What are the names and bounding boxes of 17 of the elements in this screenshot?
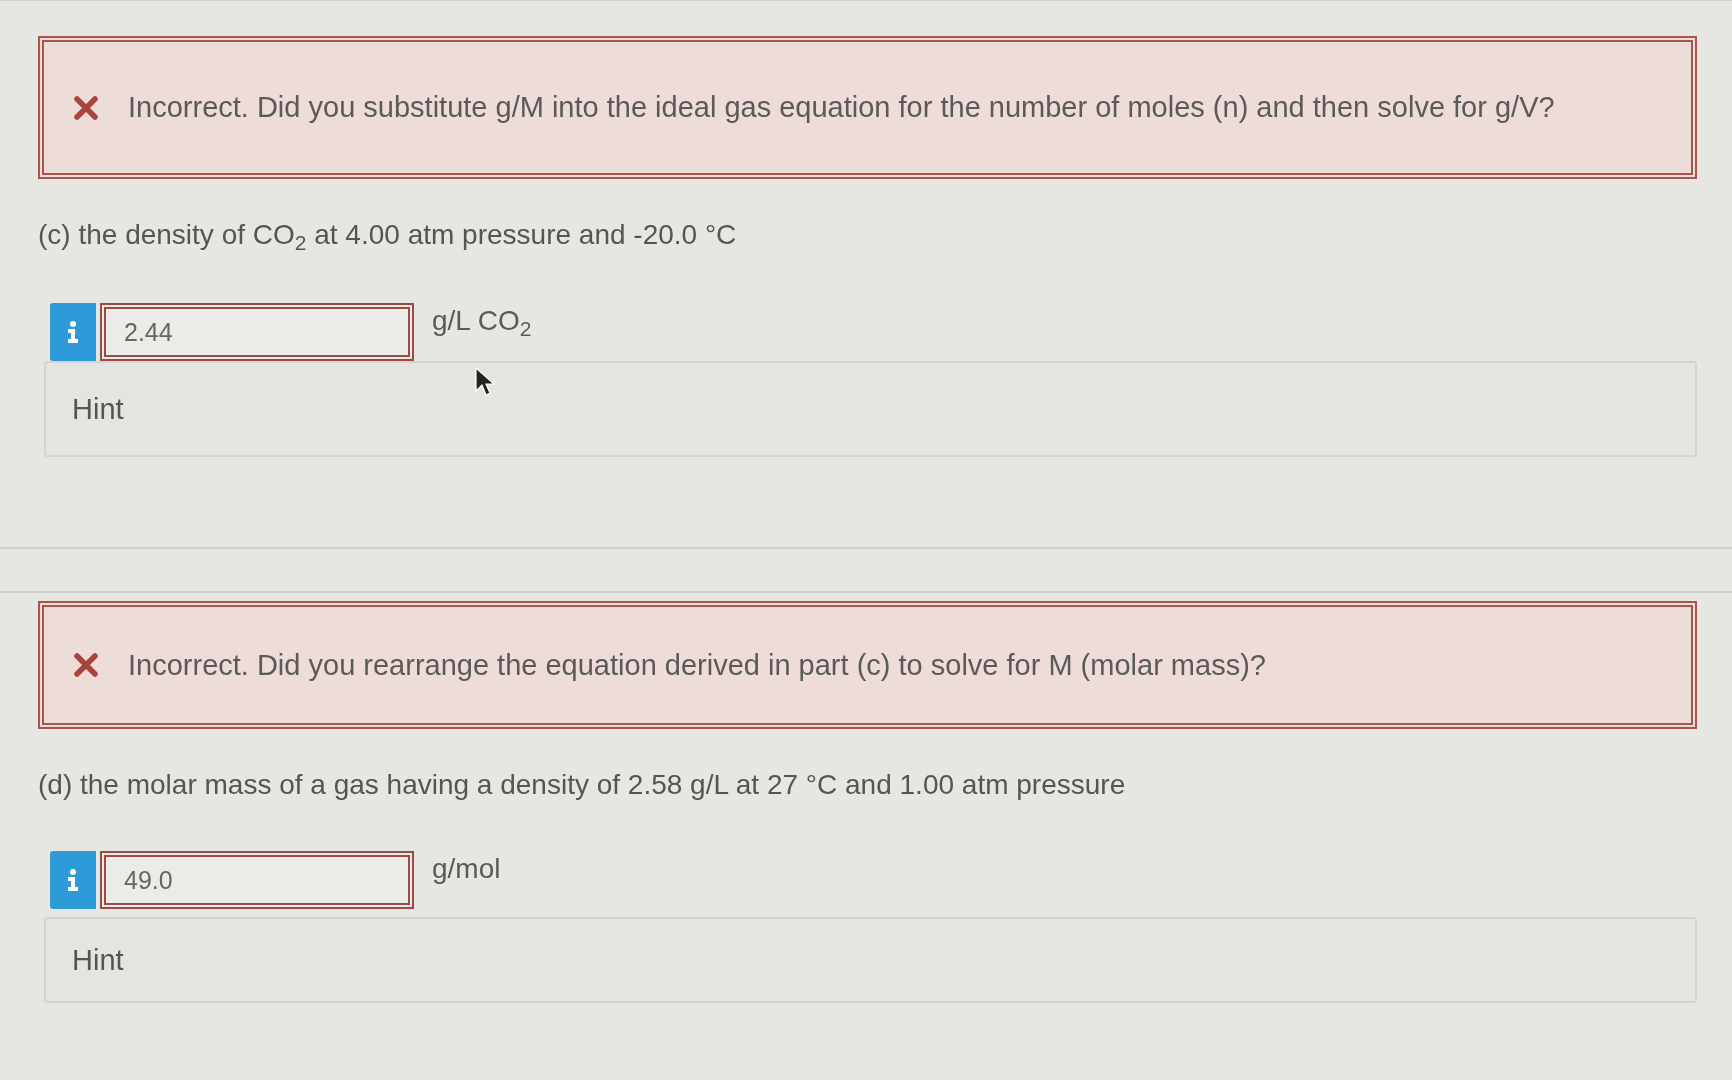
info-icon xyxy=(66,869,80,891)
unit-label: g/mol xyxy=(432,853,501,885)
hint-button[interactable]: Hint xyxy=(44,917,1697,1003)
info-button[interactable] xyxy=(50,851,96,909)
unit-label: g/L CO$_{2}$ xyxy=(432,305,532,337)
feedback-text: Incorrect. Did you rearrange the equation derived in part (c) to solve for M (molar mass)? xyxy=(128,648,1266,682)
cross-icon xyxy=(74,95,98,120)
question-text: (d) the molar mass of a gas having a density of 2.58 g/L at 27 °C and 1.00 atm pressure xyxy=(38,768,1126,802)
hint-button[interactable]: Hint xyxy=(44,361,1697,457)
answer-field[interactable]: 49.0 xyxy=(100,851,414,909)
question-text: (c) the density of CO$_{2}$ at 4.00 atm pressure and -20.0 °C xyxy=(38,218,737,255)
cursor-icon xyxy=(475,367,495,397)
info-icon xyxy=(66,321,80,343)
info-button[interactable] xyxy=(50,303,96,361)
answer-field[interactable]: 2.44 xyxy=(100,303,414,361)
cross-icon xyxy=(74,653,98,677)
feedback-text: Incorrect. Did you substitute g/M into the ideal gas equation for the number of moles (n) and then solve for g/V? xyxy=(128,91,1555,124)
